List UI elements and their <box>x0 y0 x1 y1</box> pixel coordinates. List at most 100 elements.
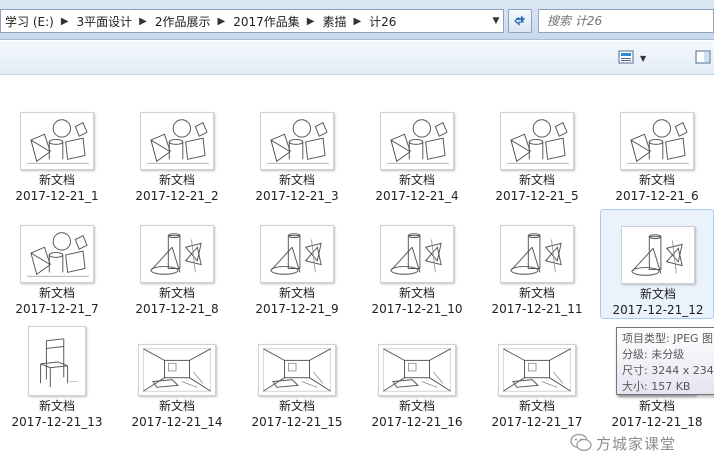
change-view-button[interactable]: ▼ <box>618 48 658 68</box>
breadcrumb-drive[interactable]: 学习 (E:) <box>1 13 57 30</box>
sketch-image <box>500 112 574 170</box>
image-thumbnail[interactable] <box>618 214 698 284</box>
image-thumbnail[interactable] <box>137 100 217 170</box>
sketch-image <box>140 225 214 283</box>
file-item[interactable]: 新文档 2017-12-21_12 <box>600 209 714 319</box>
file-name-line2: 2017-12-21_10 <box>371 302 463 316</box>
search-box[interactable] <box>538 9 714 33</box>
file-list: 新文档 2017-12-21_1 新文档 2017-12-21_2 新文档 20… <box>0 76 714 475</box>
watermark: 方城家课堂 <box>570 430 714 456</box>
sketch-image <box>138 344 216 396</box>
file-item[interactable]: 新文档 2017-12-21_11 <box>480 209 594 319</box>
file-item[interactable]: 新文档 2017-12-21_1 <box>0 96 114 206</box>
file-name-line2: 2017-12-21_8 <box>135 302 219 316</box>
search-input[interactable] <box>547 14 697 28</box>
breadcrumb-folder[interactable]: 素描 <box>318 13 349 30</box>
image-thumbnail[interactable] <box>377 326 457 396</box>
image-thumbnail[interactable] <box>497 213 577 283</box>
file-item[interactable]: 新文档 2017-12-21_7 <box>0 209 114 319</box>
file-name-line2: 2017-12-21_13 <box>11 415 103 429</box>
file-item[interactable]: 新文档 2017-12-21_4 <box>360 96 474 206</box>
chevron-down-icon[interactable]: ▼ <box>488 9 504 33</box>
sketch-image <box>621 226 695 284</box>
wechat-icon <box>570 433 592 452</box>
chevron-right-icon[interactable]: ▶ <box>303 16 319 27</box>
file-name-line2: 2017-12-21_7 <box>15 302 99 316</box>
file-name-line2: 2017-12-21_16 <box>371 415 463 429</box>
image-thumbnail[interactable] <box>257 100 337 170</box>
file-item[interactable]: 新文档 2017-12-21_14 <box>120 322 234 432</box>
file-name-line1: 新文档 <box>38 399 75 413</box>
image-thumbnail[interactable] <box>377 213 457 283</box>
chevron-right-icon[interactable]: ▶ <box>135 16 151 27</box>
file-name-line2: 2017-12-21_2 <box>135 189 219 203</box>
sketch-image <box>258 344 336 396</box>
sketch-image <box>260 225 334 283</box>
watermark-text: 方城家课堂 <box>596 434 677 453</box>
file-item[interactable]: 新文档 2017-12-21_10 <box>360 209 474 319</box>
sketch-image <box>380 225 454 283</box>
sketch-image <box>380 112 454 170</box>
file-name-line2: 2017-12-21_18 <box>611 415 703 429</box>
file-name-line1: 新文档 <box>278 399 315 413</box>
chevron-down-icon[interactable]: ▼ <box>640 54 646 63</box>
sketch-image <box>20 225 94 283</box>
breadcrumb-folder[interactable]: 3平面设计 <box>73 13 136 30</box>
breadcrumb-folder[interactable]: 2作品展示 <box>151 13 214 30</box>
file-name-line2: 2017-12-21_17 <box>491 415 583 429</box>
breadcrumb-folder[interactable]: 2017作品集 <box>229 13 303 30</box>
image-thumbnail[interactable] <box>377 100 457 170</box>
file-name-line1: 新文档 <box>278 286 315 300</box>
chevron-right-icon[interactable]: ▶ <box>214 16 230 27</box>
file-item[interactable]: 新文档 2017-12-21_3 <box>240 96 354 206</box>
breadcrumb[interactable]: 学习 (E:) ▶ 3平面设计 ▶ 2作品展示 ▶ 2017作品集 ▶ 素描 ▶… <box>0 9 504 33</box>
image-thumbnail[interactable] <box>257 326 337 396</box>
toolbar: ▼ <box>0 41 714 75</box>
sketch-image <box>498 344 576 396</box>
sketch-image <box>260 112 334 170</box>
file-name-line1: 新文档 <box>158 286 195 300</box>
tooltip-type: 项目类型: JPEG 图 <box>622 332 714 345</box>
file-name-line1: 新文档 <box>638 173 675 187</box>
file-name-line1: 新文档 <box>398 173 435 187</box>
file-name-line2: 2017-12-21_5 <box>495 189 579 203</box>
refresh-button[interactable] <box>508 9 532 33</box>
chevron-right-icon[interactable]: ▶ <box>349 16 365 27</box>
sketch-image <box>620 112 694 170</box>
file-name-line2: 2017-12-21_1 <box>15 189 99 203</box>
breadcrumb-current[interactable]: 计26 <box>365 13 399 30</box>
preview-pane-button[interactable] <box>692 47 714 69</box>
image-thumbnail[interactable] <box>137 326 217 396</box>
image-thumbnail[interactable] <box>17 213 97 283</box>
sketch-image <box>140 112 214 170</box>
file-name-line1: 新文档 <box>639 287 676 301</box>
sketch-image <box>20 112 94 170</box>
image-thumbnail[interactable] <box>137 213 217 283</box>
file-name-line2: 2017-12-21_14 <box>131 415 223 429</box>
view-icon <box>618 50 634 67</box>
file-name-line1: 新文档 <box>158 399 195 413</box>
file-item[interactable]: 新文档 2017-12-21_13 <box>0 322 114 432</box>
file-item[interactable]: 新文档 2017-12-21_5 <box>480 96 594 206</box>
file-name-line1: 新文档 <box>518 286 555 300</box>
file-item[interactable]: 新文档 2017-12-21_6 <box>600 96 714 206</box>
image-thumbnail[interactable] <box>257 213 337 283</box>
image-thumbnail[interactable] <box>497 326 577 396</box>
file-item[interactable]: 新文档 2017-12-21_2 <box>120 96 234 206</box>
tooltip-size: 大小: 157 KB <box>622 380 691 393</box>
image-thumbnail[interactable] <box>617 100 697 170</box>
file-name-line1: 新文档 <box>518 399 555 413</box>
tooltip-dimensions: 尺寸: 3244 x 234 <box>622 364 714 377</box>
image-thumbnail[interactable] <box>17 100 97 170</box>
image-thumbnail[interactable] <box>17 326 97 396</box>
file-item[interactable]: 新文档 2017-12-21_8 <box>120 209 234 319</box>
file-name-line1: 新文档 <box>398 399 435 413</box>
file-item[interactable]: 新文档 2017-12-21_15 <box>240 322 354 432</box>
file-name-line2: 2017-12-21_12 <box>612 303 704 317</box>
file-item[interactable]: 新文档 2017-12-21_9 <box>240 209 354 319</box>
image-thumbnail[interactable] <box>497 100 577 170</box>
sketch-image <box>28 326 86 396</box>
chevron-right-icon[interactable]: ▶ <box>57 16 73 27</box>
file-item[interactable]: 新文档 2017-12-21_16 <box>360 322 474 432</box>
file-item[interactable]: 新文档 2017-12-21_17 <box>480 322 594 432</box>
